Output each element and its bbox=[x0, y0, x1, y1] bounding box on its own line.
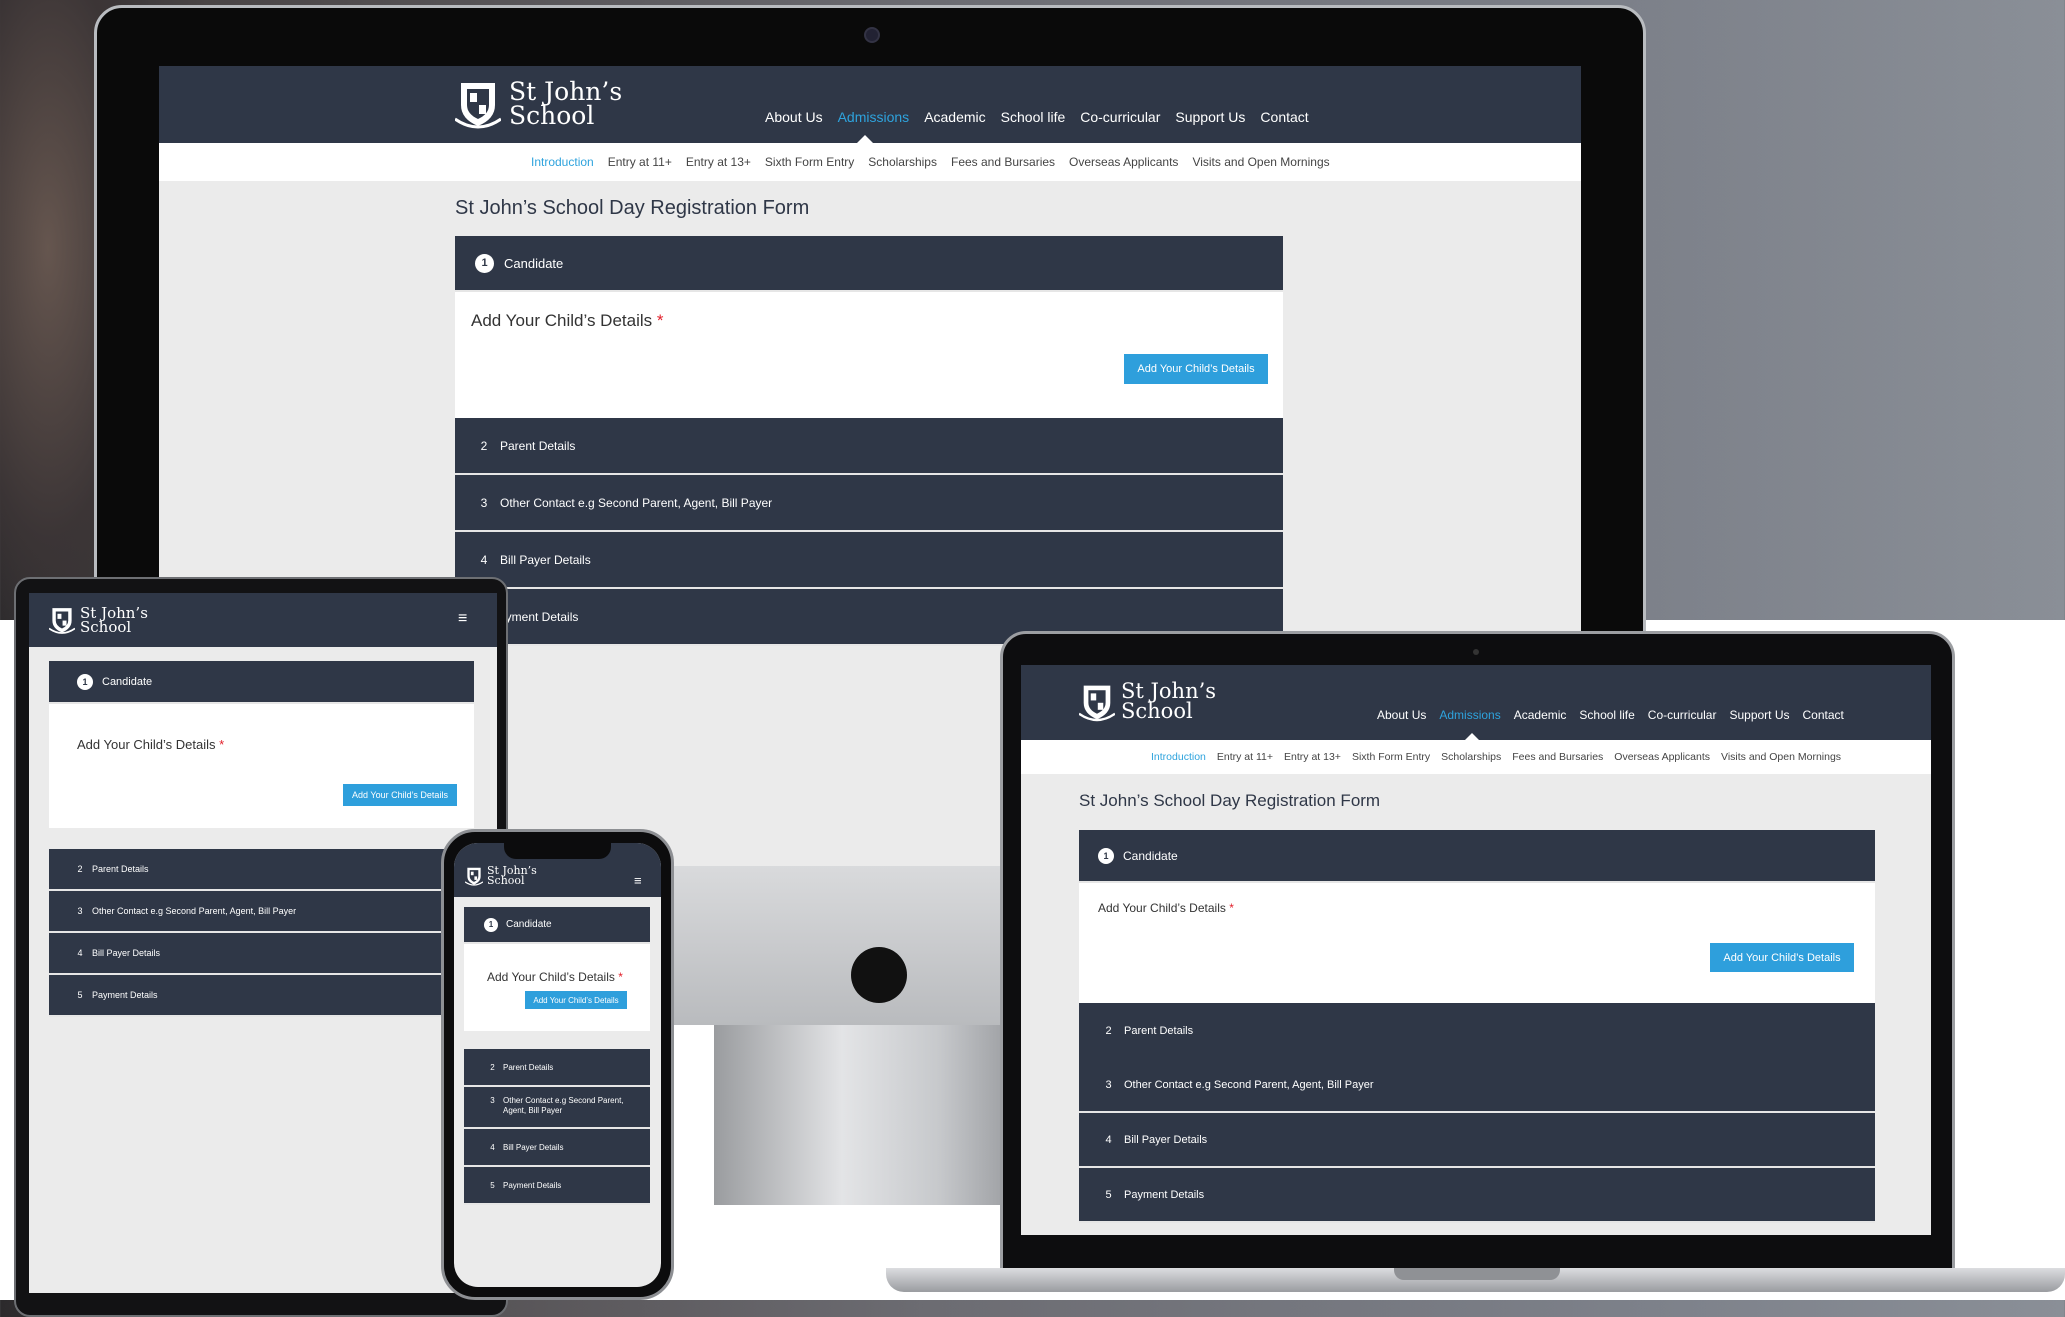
step-4-label: Bill Payer Details bbox=[500, 552, 591, 567]
subnav-scholarships[interactable]: Scholarships bbox=[868, 155, 937, 169]
tablet-step-5-header[interactable]: 5 Payment Details bbox=[49, 975, 474, 1017]
tablet-add-child-details-button[interactable]: Add Your Child’s Details bbox=[343, 784, 457, 806]
laptop-step-1-header[interactable]: 1 Candidate bbox=[1079, 830, 1875, 883]
laptop-step-4-header[interactable]: 4 Bill Payer Details bbox=[1079, 1113, 1875, 1168]
nav-academic[interactable]: Academic bbox=[924, 109, 985, 125]
main-nav: About Us Admissions Academic School life… bbox=[765, 109, 1309, 125]
laptop-screen: St John’s School About Us Admissions Aca… bbox=[1021, 665, 1931, 1235]
school-crest-icon bbox=[465, 867, 483, 886]
admissions-subnav: Introduction Entry at 11+ Entry at 13+ S… bbox=[159, 143, 1581, 181]
camera-icon bbox=[864, 27, 880, 43]
nav-admissions[interactable]: Admissions bbox=[838, 109, 910, 125]
step-4-header[interactable]: 4 Bill Payer Details bbox=[455, 532, 1283, 589]
phone-step-3-header[interactable]: 3 Other Contact e.g Second Parent, Agent, … bbox=[464, 1087, 650, 1129]
add-child-details-button[interactable]: Add Your Child’s Details bbox=[1124, 354, 1268, 384]
laptop-header: St John’s School About Us Admissions Aca… bbox=[1021, 665, 1931, 740]
phone-notch bbox=[504, 843, 611, 859]
site-logo[interactable]: St John’s School bbox=[455, 79, 622, 129]
nav-school-life[interactable]: School life bbox=[1001, 109, 1066, 125]
subnav-fees[interactable]: Fees and Bursaries bbox=[951, 155, 1055, 169]
phone-step-1-header[interactable]: 1 Candidate bbox=[464, 907, 650, 944]
tablet-step-3-header[interactable]: 3 Other Contact e.g Second Parent, Agent,… bbox=[49, 891, 474, 933]
laptop-candidate-panel: Add Your Child’s Details * Add Your Chil… bbox=[1079, 883, 1875, 1003]
hamburger-menu-icon[interactable]: ≡ bbox=[458, 610, 467, 628]
site-header: St John’s School About Us Admissions Aca… bbox=[159, 66, 1581, 143]
phone-logo[interactable]: St John’s School bbox=[465, 864, 537, 887]
subnav-entry-11[interactable]: Entry at 11+ bbox=[608, 155, 672, 169]
school-crest-icon bbox=[1079, 685, 1115, 722]
laptop-step-2-header[interactable]: 2 Parent Details bbox=[1079, 1003, 1875, 1058]
step-2-header[interactable]: 2 Parent Details bbox=[455, 418, 1283, 475]
step-1-label: Candidate bbox=[504, 255, 564, 271]
phone-add-child-details-button[interactable]: Add Your Child’s Details bbox=[525, 991, 627, 1009]
form-title: St John’s School Day Registration Form bbox=[455, 197, 810, 219]
candidate-panel: Add Your Child’s Details * Add Your Chil… bbox=[455, 292, 1283, 418]
tablet-step-2-header[interactable]: 2 Parent Details bbox=[49, 849, 474, 891]
nav-support-us[interactable]: Support Us bbox=[1175, 109, 1245, 125]
school-crest-icon bbox=[49, 608, 75, 634]
step-5-label: ayment Details bbox=[499, 609, 579, 624]
nav-about-us[interactable]: About Us bbox=[765, 109, 823, 125]
laptop-notch bbox=[1394, 1268, 1560, 1280]
tablet-step-4-header[interactable]: 4 Bill Payer Details bbox=[49, 933, 474, 975]
subnav-sixth-form[interactable]: Sixth Form Entry bbox=[765, 155, 854, 169]
step-3-header[interactable]: 3 Other Contact e.g Second Parent, Agent,… bbox=[455, 475, 1283, 532]
subnav-overseas[interactable]: Overseas Applicants bbox=[1069, 155, 1178, 169]
imac-stand bbox=[714, 1025, 1034, 1205]
candidate-panel-title: Add Your Child’s Details * bbox=[471, 311, 664, 330]
active-nav-caret bbox=[857, 135, 873, 143]
nav-co-curricular[interactable]: Co-curricular bbox=[1080, 109, 1160, 125]
tablet-header: St John’s School ≡ bbox=[29, 593, 497, 647]
phone-candidate-panel: Add Your Child’s Details * Add Your Chil… bbox=[464, 944, 650, 1031]
phone-step-5-header[interactable]: 5 Payment Details bbox=[464, 1167, 650, 1205]
phone-step-2-header[interactable]: 2 Parent Details bbox=[464, 1049, 650, 1087]
laptop-form-title: St John’s School Day Registration Form bbox=[1079, 791, 1381, 810]
phone-step-4-header[interactable]: 4 Bill Payer Details bbox=[464, 1129, 650, 1167]
phone-screen: St John’s School ≡ 1 Candidate Add Your … bbox=[454, 843, 661, 1287]
subnav-introduction[interactable]: Introduction bbox=[531, 155, 594, 169]
laptop-camera bbox=[1473, 649, 1479, 655]
step-3-label: Other Contact e.g Second Parent, Agent, … bbox=[500, 495, 773, 510]
logo-line2: School bbox=[509, 101, 595, 130]
laptop-subnav: Introduction Entry at 11+ Entry at 13+ S… bbox=[1021, 740, 1931, 774]
laptop-step-5-header[interactable]: 5 Payment Details bbox=[1079, 1168, 1875, 1223]
tablet-candidate-panel: Add Your Child’s Details * Add Your Chil… bbox=[49, 704, 474, 828]
hamburger-menu-icon[interactable]: ≡ bbox=[634, 873, 642, 888]
laptop-step-3-header[interactable]: 3 Other Contact e.g Second Parent, Agent,… bbox=[1079, 1058, 1875, 1113]
school-crest-icon bbox=[455, 83, 501, 129]
active-nav-caret bbox=[1465, 733, 1479, 740]
subnav-entry-13[interactable]: Entry at 13+ bbox=[686, 155, 751, 169]
laptop-logo[interactable]: St John’s School bbox=[1079, 681, 1216, 722]
step-1-number: 1 bbox=[475, 253, 494, 273]
step-1-header[interactable]: 1 Candidate bbox=[455, 236, 1283, 292]
tablet-step-1-header[interactable]: 1 Candidate bbox=[49, 661, 474, 704]
laptop-add-child-details-button[interactable]: Add Your Child’s Details bbox=[1710, 943, 1854, 972]
step-2-label: Parent Details bbox=[500, 438, 576, 453]
tablet-screen: St John’s School ≡ 1 Candidate Add Your … bbox=[29, 593, 497, 1293]
subnav-visits[interactable]: Visits and Open Mornings bbox=[1192, 155, 1329, 169]
apple-logo-icon bbox=[851, 947, 907, 1003]
laptop-main-nav: About Us Admissions Academic School life… bbox=[1377, 708, 1844, 722]
nav-contact[interactable]: Contact bbox=[1260, 109, 1308, 125]
tablet-logo[interactable]: St John’s School bbox=[49, 605, 148, 635]
